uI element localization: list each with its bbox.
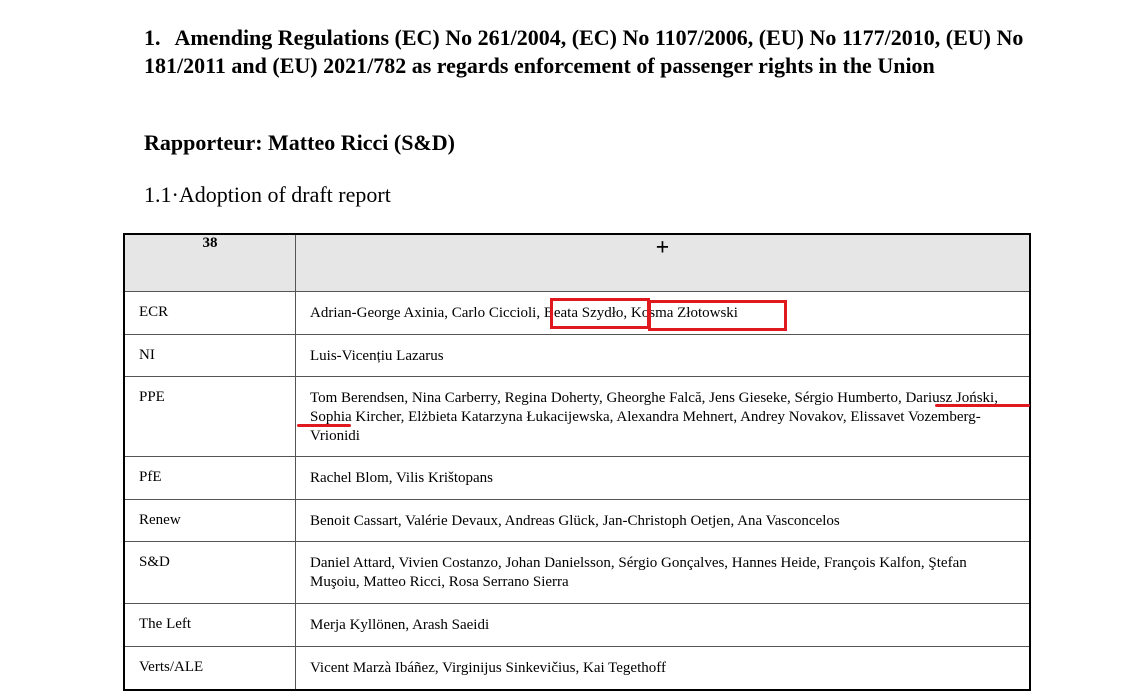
group-members: Daniel Attard, Vivien Costanzo, Johan Da…	[295, 541, 1031, 604]
group-name: ECR	[123, 291, 296, 335]
group-members: Luis-Vicențiu Lazarus	[295, 334, 1031, 377]
group-members: Adrian-George Axinia, Carlo Ciccioli, Be…	[295, 291, 1031, 335]
table-row: ECR Adrian-George Axinia, Carlo Ciccioli…	[123, 291, 1031, 335]
table-row: The Left Merja Kyllönen, Arash Saeidi	[123, 603, 1031, 647]
group-name: The Left	[123, 603, 296, 647]
rapporteur-line: Rapporteur: Matteo Ricci (S&D)	[144, 130, 455, 155]
vote-table: 38 + ECR Adrian-George Axinia, Carlo Cic…	[123, 233, 1031, 691]
subsection-title: 1.1·Adoption of draft report	[144, 182, 391, 207]
table-row: Renew Benoit Cassart, Valérie Devaux, An…	[123, 499, 1031, 542]
section-number: 1.	[144, 25, 161, 50]
vote-sign: +	[295, 233, 1031, 292]
group-name: Renew	[123, 499, 296, 542]
table-row: PfE Rachel Blom, Vilis Krištopans	[123, 456, 1031, 500]
group-name: S&D	[123, 541, 296, 604]
table-row: NI Luis-Vicențiu Lazarus	[123, 334, 1031, 377]
table-row: PPE Tom Berendsen, Nina Carberry, Regina…	[123, 376, 1031, 457]
group-members: Tom Berendsen, Nina Carberry, Regina Doh…	[295, 376, 1031, 457]
table-row: S&D Daniel Attard, Vivien Costanzo, Joha…	[123, 541, 1031, 604]
group-members: Vicent Marzà Ibáñez, Virginijus Sinkevič…	[295, 646, 1031, 691]
section-title: Amending Regulations (EC) No 261/2004, (…	[144, 25, 1024, 78]
group-members: Rachel Blom, Vilis Krištopans	[295, 456, 1031, 500]
group-members: Merja Kyllönen, Arash Saeidi	[295, 603, 1031, 647]
vote-table-header: 38 +	[123, 233, 1031, 292]
group-name: NI	[123, 334, 296, 377]
group-name: PfE	[123, 456, 296, 500]
vote-count: 38	[123, 233, 296, 292]
group-members: Benoit Cassart, Valérie Devaux, Andreas …	[295, 499, 1031, 542]
group-name: PPE	[123, 376, 296, 457]
section-heading: 1. Amending Regulations (EC) No 261/2004,…	[144, 24, 1044, 79]
table-row: Verts/ALE Vicent Marzà Ibáñez, Virginiju…	[123, 646, 1031, 691]
group-name: Verts/ALE	[123, 646, 296, 691]
